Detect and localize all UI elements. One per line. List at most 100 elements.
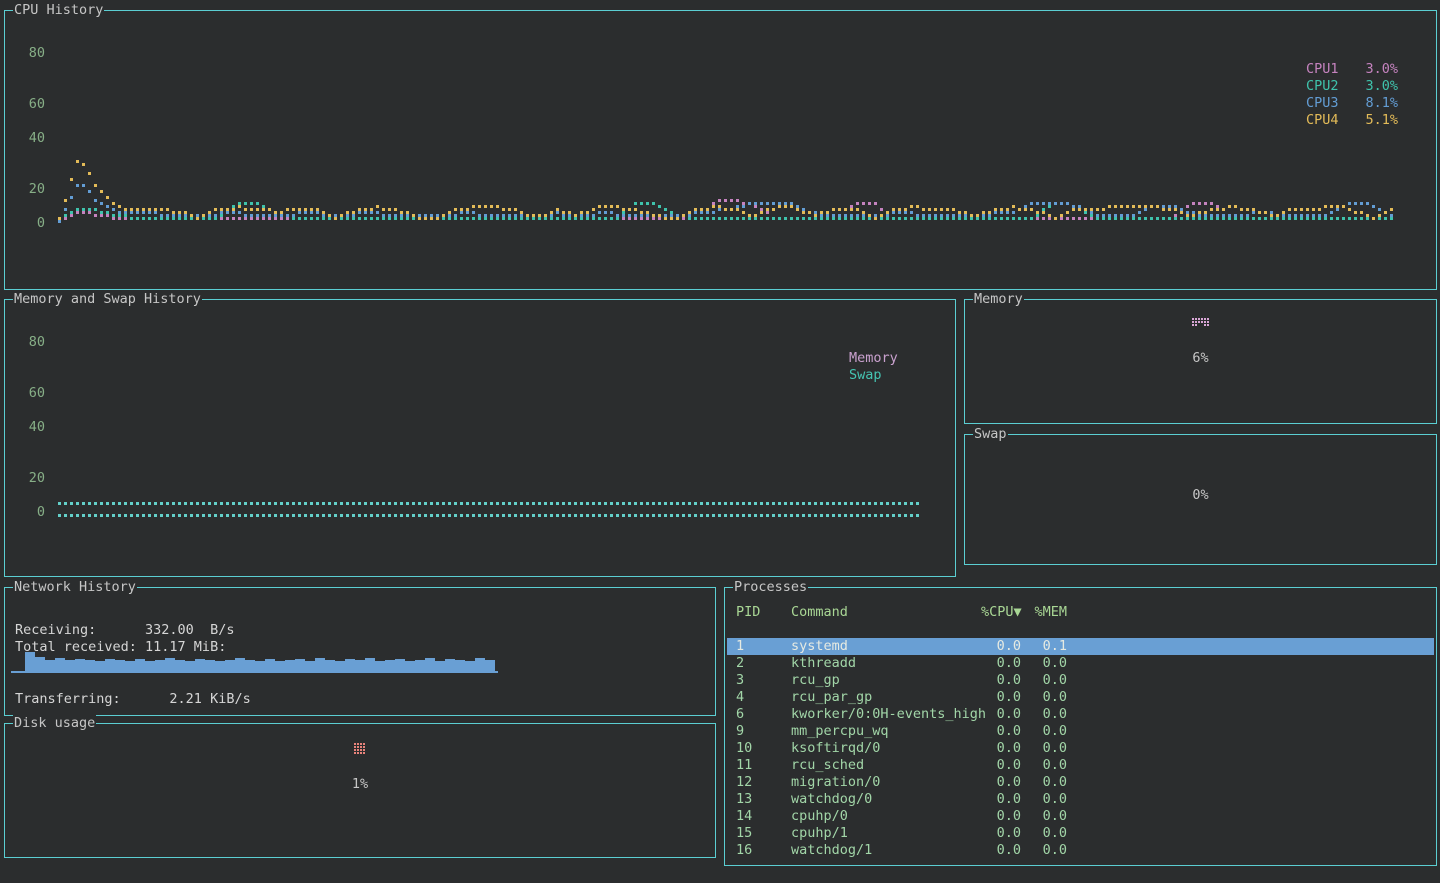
process-mem: 0.0 (1021, 808, 1067, 825)
process-cpu: 0.0 (981, 808, 1021, 825)
process-column-header-pid[interactable]: PID (736, 604, 791, 621)
process-mem: 0.0 (1021, 655, 1067, 672)
process-mem: 0.0 (1021, 757, 1067, 774)
process-row[interactable]: 3rcu_gp0.00.0 (727, 672, 1434, 689)
process-cpu: 0.0 (981, 825, 1021, 842)
process-command: systemd (791, 638, 981, 655)
network-sparkline-baseline (11, 671, 498, 673)
process-command: cpuhp/1 (791, 825, 981, 842)
process-row[interactable]: 12migration/00.00.0 (727, 774, 1434, 791)
y-axis-tick: 0 (11, 504, 45, 521)
process-mem: 0.0 (1021, 689, 1067, 706)
y-axis-tick: 60 (11, 385, 45, 402)
network-history-panel: Network History Receiving: 332.00 B/sTot… (4, 587, 716, 716)
process-mem: 0.0 (1021, 723, 1067, 740)
memory-swap-legend: MemorySwap (849, 350, 919, 384)
disk-percent: 1% (5, 776, 715, 793)
process-command: kthreadd (791, 655, 981, 672)
process-command: ksoftirqd/0 (791, 740, 981, 757)
memory-usage-dots-icon (1192, 318, 1210, 330)
network-stat-line: Transferring: 2.21 KiB/s (15, 691, 251, 708)
process-pid: 2 (736, 655, 791, 672)
process-row[interactable]: 9mm_percpu_wq0.00.0 (727, 723, 1434, 740)
y-axis-tick: 60 (11, 96, 45, 113)
legend-item-cpu2: CPU23.0% (1306, 78, 1398, 95)
process-pid: 16 (736, 842, 791, 859)
process-row[interactable]: 4rcu_par_gp0.00.0 (727, 689, 1434, 706)
process-row[interactable]: 10ksoftirqd/00.00.0 (727, 740, 1434, 757)
process-mem: 0.0 (1021, 672, 1067, 689)
swap-gauge-title: Swap (973, 426, 1008, 443)
network-stat-line: Receiving: 332.00 B/s (15, 622, 234, 639)
process-command: migration/0 (791, 774, 981, 791)
process-pid: 11 (736, 757, 791, 774)
process-cpu: 0.0 (981, 655, 1021, 672)
legend-item-swap: Swap (849, 367, 919, 384)
process-pid: 12 (736, 774, 791, 791)
memory-swap-chart (58, 300, 916, 578)
process-pid: 15 (736, 825, 791, 842)
process-row[interactable]: 13watchdog/00.00.0 (727, 791, 1434, 808)
network-receive-sparkline (15, 649, 495, 673)
process-column-header-cpu[interactable]: %CPU▼ (981, 604, 1021, 621)
process-pid: 14 (736, 808, 791, 825)
process-command: rcu_sched (791, 757, 981, 774)
memory-percent: 6% (965, 350, 1436, 367)
legend-item-cpu3: CPU38.1% (1306, 95, 1398, 112)
process-cpu: 0.0 (981, 774, 1021, 791)
process-cpu: 0.0 (981, 740, 1021, 757)
process-mem: 0.0 (1021, 825, 1067, 842)
process-mem: 0.1 (1021, 638, 1067, 655)
memory-gauge-title: Memory (973, 291, 1024, 308)
process-mem: 0.0 (1021, 842, 1067, 859)
process-cpu: 0.0 (981, 757, 1021, 774)
process-table-header: PIDCommand%CPU▼%MEM (727, 604, 1434, 621)
y-axis-tick: 0 (11, 215, 45, 232)
process-cpu: 0.0 (981, 638, 1021, 655)
legend-item-memory: Memory (849, 350, 919, 367)
process-mem: 0.0 (1021, 740, 1067, 757)
process-row[interactable]: 11rcu_sched0.00.0 (727, 757, 1434, 774)
system-monitor-screen: CPU History 806040200 CPU13.0%CPU23.0%CP… (0, 0, 1440, 883)
disk-usage-dots-icon (354, 743, 366, 755)
y-axis-tick: 80 (11, 45, 45, 62)
process-command: watchdog/0 (791, 791, 981, 808)
y-axis-tick: 40 (11, 419, 45, 436)
process-command: mm_percpu_wq (791, 723, 981, 740)
process-cpu: 0.0 (981, 672, 1021, 689)
process-pid: 1 (736, 638, 791, 655)
process-mem: 0.0 (1021, 706, 1067, 723)
processes-title: Processes (733, 579, 808, 596)
network-history-title: Network History (13, 579, 137, 596)
legend-item-cpu1: CPU13.0% (1306, 61, 1398, 78)
process-row[interactable]: 2kthreadd0.00.0 (727, 655, 1434, 672)
process-cpu: 0.0 (981, 706, 1021, 723)
y-axis-tick: 20 (11, 181, 45, 198)
process-cpu: 0.0 (981, 791, 1021, 808)
process-row[interactable]: 1systemd0.00.1 (727, 638, 1434, 655)
legend-item-cpu4: CPU45.1% (1306, 112, 1398, 129)
process-pid: 10 (736, 740, 791, 757)
y-axis-tick: 80 (11, 334, 45, 351)
process-mem: 0.0 (1021, 774, 1067, 791)
process-row[interactable]: 15cpuhp/10.00.0 (727, 825, 1434, 842)
process-row[interactable]: 6kworker/0:0H-events_high0.00.0 (727, 706, 1434, 723)
cpu-legend: CPU13.0%CPU23.0%CPU38.1%CPU45.1% (1306, 61, 1398, 129)
process-column-header-command[interactable]: Command (791, 604, 981, 621)
processes-panel: Processes PIDCommand%CPU▼%MEM 1systemd0.… (724, 587, 1437, 866)
process-command: rcu_par_gp (791, 689, 981, 706)
process-column-header-mem[interactable]: %MEM (1021, 604, 1067, 621)
process-row[interactable]: 14cpuhp/00.00.0 (727, 808, 1434, 825)
process-command: watchdog/1 (791, 842, 981, 859)
disk-usage-title: Disk usage (13, 715, 96, 732)
cpu-history-panel: CPU History 806040200 CPU13.0%CPU23.0%CP… (4, 10, 1437, 290)
y-axis-tick: 20 (11, 470, 45, 487)
cpu-history-chart (58, 11, 1391, 291)
y-axis-tick: 40 (11, 130, 45, 147)
disk-usage-panel: Disk usage 1% (4, 723, 716, 858)
process-row[interactable]: 16watchdog/10.00.0 (727, 842, 1434, 859)
process-command: cpuhp/0 (791, 808, 981, 825)
swap-percent: 0% (965, 487, 1436, 504)
process-mem: 0.0 (1021, 791, 1067, 808)
process-cpu: 0.0 (981, 842, 1021, 859)
